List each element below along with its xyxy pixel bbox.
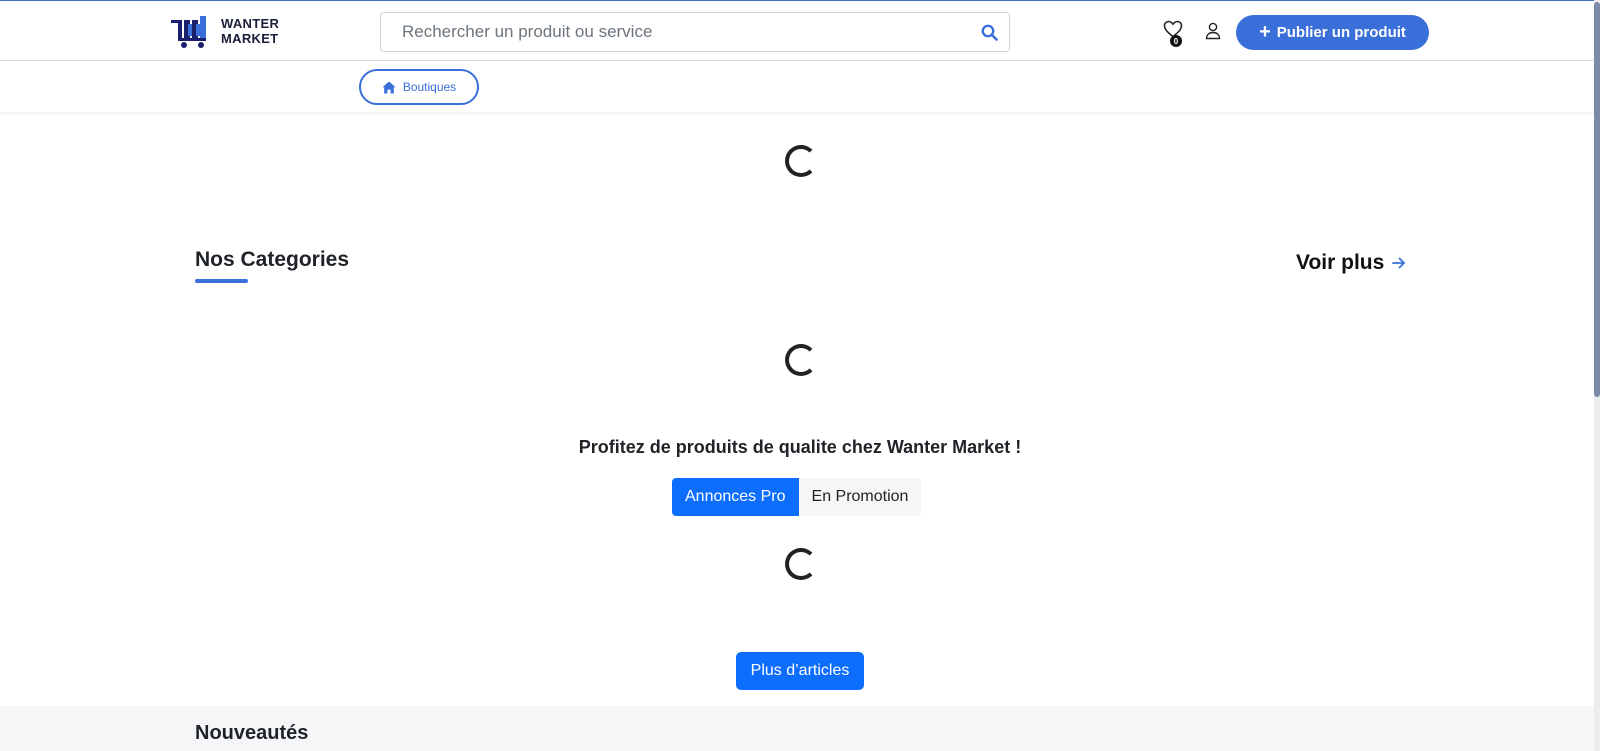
shops-button[interactable]: Boutiques: [359, 69, 479, 105]
top-header: WANTER MARKET 0: [0, 0, 1600, 61]
categories-title: Nos Categories: [195, 248, 350, 271]
new-items-section: Nouveautés: [0, 706, 1600, 751]
brand-name: WANTER MARKET: [221, 16, 279, 46]
loading-spinner: [785, 145, 817, 177]
brand-logo[interactable]: WANTER MARKET: [171, 11, 279, 51]
sub-navigation: Boutiques: [0, 61, 1600, 112]
home-icon: [382, 81, 396, 93]
listing-tabs: Annonces Pro En Promotion: [672, 478, 922, 516]
favorites-count-badge: 0: [1170, 35, 1182, 47]
loading-spinner: [785, 344, 817, 376]
plus-icon: +: [1259, 20, 1271, 43]
search-icon: [981, 24, 998, 41]
page-scrollbar-thumb[interactable]: [1594, 2, 1600, 397]
categories-title-underline: [195, 279, 248, 283]
shopping-cart-logo-icon: [171, 16, 206, 48]
new-items-title: Nouveautés: [195, 722, 309, 744]
account-button[interactable]: [1205, 22, 1223, 42]
search-input[interactable]: [381, 13, 969, 51]
search-button[interactable]: [969, 13, 1009, 51]
loading-spinner: [785, 548, 817, 580]
shops-label: Boutiques: [402, 80, 457, 94]
tab-en-promotion[interactable]: En Promotion: [798, 478, 922, 516]
arrow-right-icon: [1392, 257, 1406, 269]
tab-annonces-pro[interactable]: Annonces Pro: [672, 478, 799, 516]
publish-product-button[interactable]: + Publier un produit: [1236, 15, 1429, 50]
publish-product-label: Publier un produit: [1276, 24, 1406, 41]
brand-name-line1: WANTER: [221, 16, 280, 31]
brand-name-line2: MARKET: [221, 31, 279, 46]
more-articles-button[interactable]: Plus d’articles: [736, 652, 864, 690]
user-icon: [1205, 22, 1221, 40]
see-more-label: Voir plus: [1296, 251, 1385, 274]
page-root: WANTER MARKET 0: [0, 0, 1600, 751]
search-bar: [380, 12, 1010, 52]
see-more-link[interactable]: Voir plus: [1296, 251, 1406, 275]
promo-headline: Profitez de produits de qualite chez Wan…: [578, 437, 1022, 457]
favorites-button[interactable]: 0: [1163, 20, 1185, 47]
